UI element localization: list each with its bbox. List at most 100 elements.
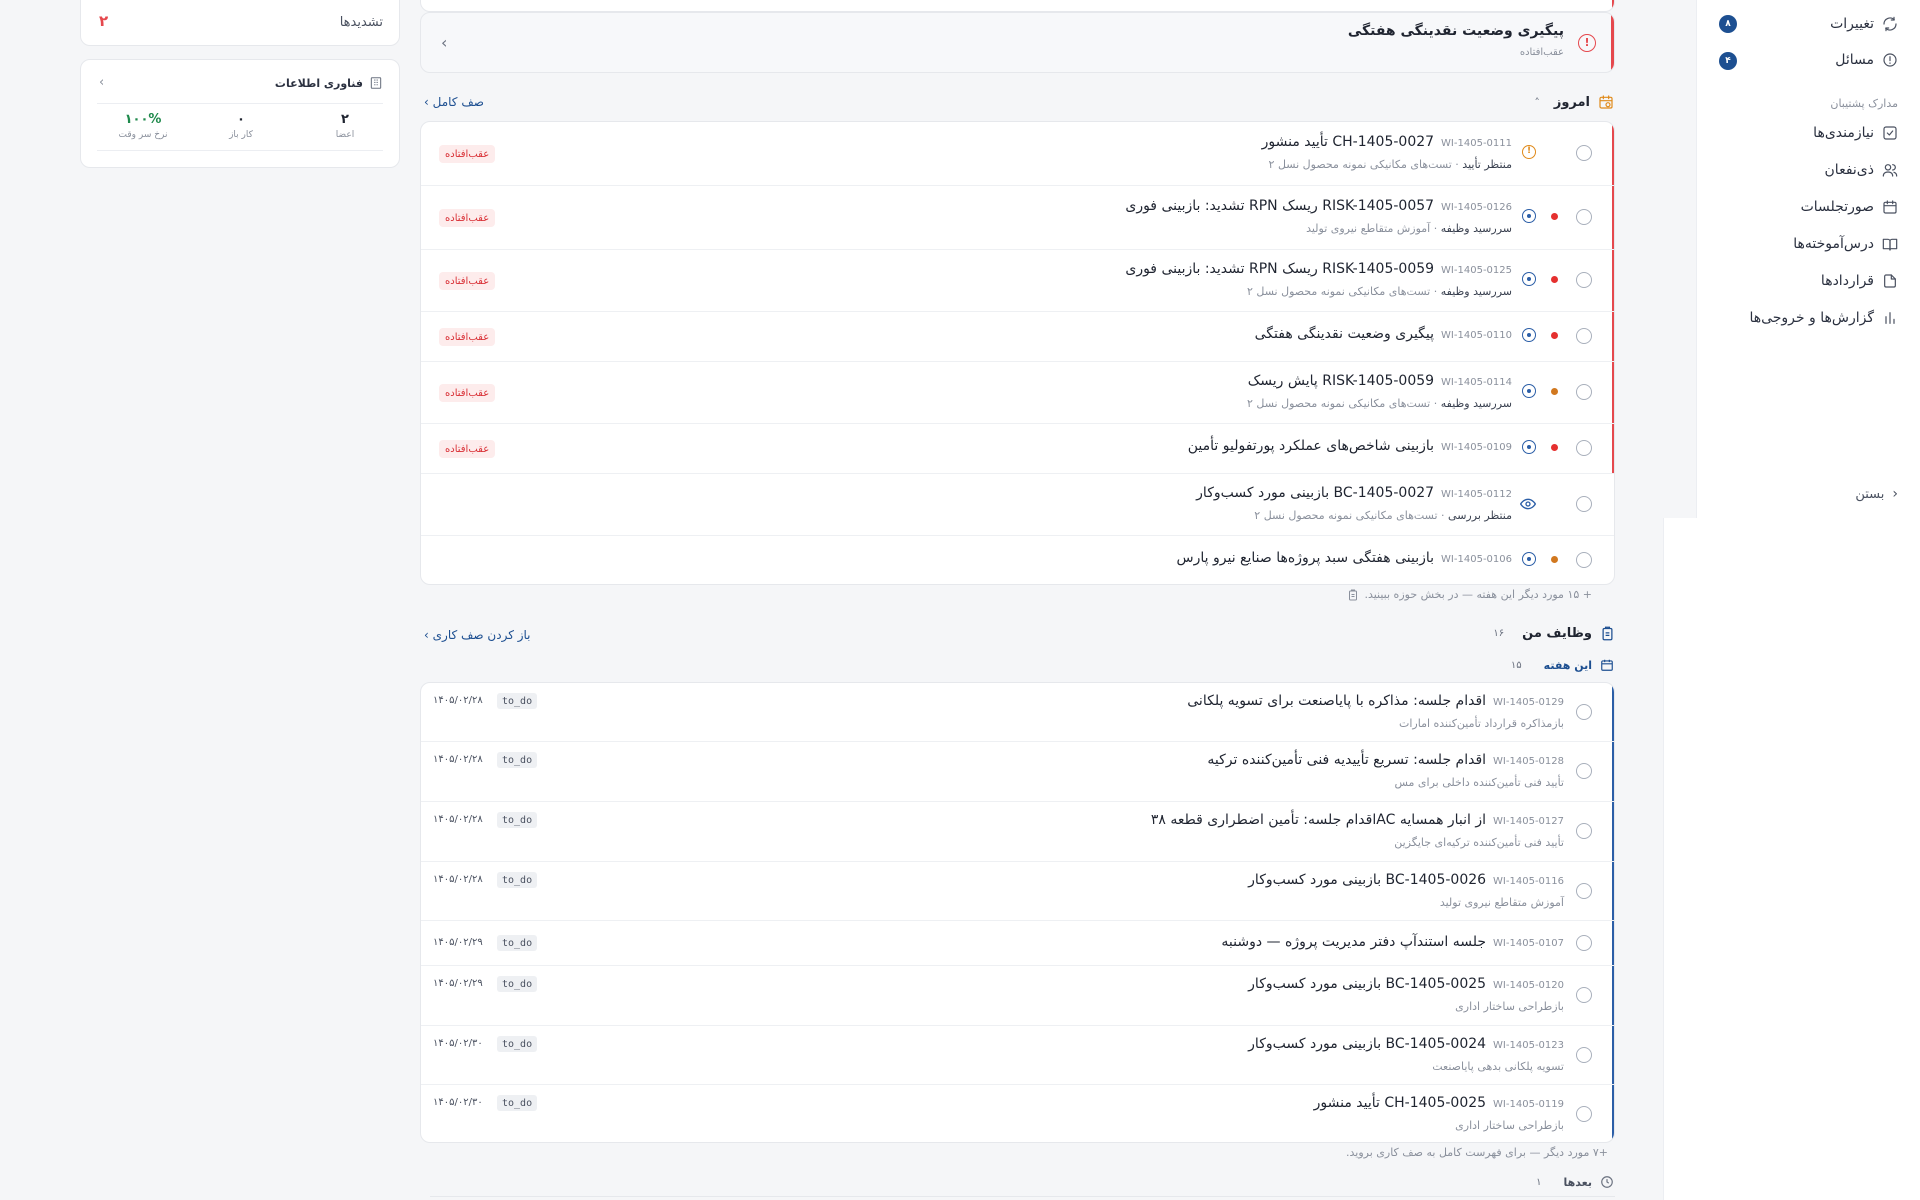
- row-title[interactable]: تأیید منشور CH-1405-0027: [1262, 134, 1434, 150]
- escalations-card[interactable]: تشدیدها ۲: [80, 0, 400, 46]
- full-queue-link[interactable]: ‹ صف کامل: [424, 95, 484, 109]
- alert-subtitle: عقب‌افتاده: [1519, 47, 1564, 58]
- chevron-left-icon[interactable]: ‹: [441, 33, 447, 52]
- row-title[interactable]: جلسه استندآپ دفتر مدیریت پروژه — دوشنبه: [1221, 934, 1486, 950]
- sidebar-item-lessons[interactable]: درس‌آموخته‌ها: [1793, 232, 1898, 256]
- complete-checkbox[interactable]: [1576, 704, 1592, 720]
- sidebar-item-stakeholders[interactable]: ذی‌نفعان: [1825, 158, 1898, 182]
- table-row[interactable]: WI-1405-0123 بازبینی مورد کسب‌وکار BC-14…: [421, 1026, 1614, 1085]
- table-row[interactable]: WI-1405-0110 پیگیری وضعیت نقدینگی هفتگی …: [421, 312, 1614, 362]
- state-badge: to_do: [497, 976, 538, 992]
- sidebar-item-contracts[interactable]: قراردادها: [1821, 269, 1898, 293]
- table-row[interactable]: WI-1405-0125 تشدید: بازبینی فوری RPN ریس…: [421, 250, 1614, 312]
- table-row[interactable]: WI-1405-0112 بازبینی مورد کسب‌وکار BC-14…: [421, 474, 1614, 536]
- work-item-id: WI-1405-0114: [1441, 377, 1512, 388]
- complete-checkbox[interactable]: [1576, 1047, 1592, 1063]
- complete-checkbox[interactable]: [1576, 987, 1592, 1003]
- row-subtitle: سررسید وظیفه · آموزش متقاطع نیروی تولید: [1306, 222, 1512, 235]
- row-context: بازمذاکره قرارداد تأمین‌کننده امارات: [1399, 717, 1564, 730]
- complete-checkbox[interactable]: [1576, 763, 1592, 779]
- chevron-left-icon[interactable]: ‹: [99, 75, 104, 90]
- table-row[interactable]: WI-1405-0106 بازبینی هفتگی سبد پروژه‌ها …: [421, 536, 1614, 584]
- row-title-line: WI-1405-0119 تأیید منشور CH-1405-0025: [1314, 1095, 1564, 1111]
- complete-checkbox[interactable]: [1576, 1106, 1592, 1122]
- table-row[interactable]: WI-1405-0128 اقدام جلسه: تسریع تأییدیه ف…: [421, 742, 1614, 802]
- row-title[interactable]: پیگیری وضعیت نقدینگی هفتگی: [1255, 326, 1434, 342]
- priority-dot: [1551, 444, 1558, 451]
- in-progress-icon: [1522, 440, 1536, 454]
- stat-value: ۰: [237, 112, 245, 127]
- complete-checkbox[interactable]: [1576, 145, 1592, 161]
- work-item-id: WI-1405-0109: [1441, 442, 1512, 453]
- sidebar-item-label: نیازمندی‌ها: [1813, 125, 1874, 141]
- row-context: بازطراحی ساختار اداری: [1455, 1119, 1564, 1132]
- sidebar-item-requirements[interactable]: نیازمندی‌ها: [1813, 121, 1898, 145]
- this-week-header[interactable]: این هفته ۱۵: [1511, 658, 1614, 672]
- sidebar-item-label: صورتجلسات: [1800, 199, 1874, 215]
- today-header[interactable]: امروز ˄: [1534, 94, 1614, 110]
- row-title[interactable]: تأیید منشور CH-1405-0025: [1314, 1095, 1486, 1111]
- complete-checkbox[interactable]: [1576, 823, 1592, 839]
- complete-checkbox[interactable]: [1576, 883, 1592, 899]
- row-title[interactable]: بازبینی مورد کسب‌وکار BC-1405-0025: [1248, 976, 1486, 992]
- table-row[interactable]: WI-1405-0107 جلسه استندآپ دفتر مدیریت پر…: [421, 921, 1614, 966]
- table-row[interactable]: WI-1405-0127 اقدام جلسه: تأمین اضطراری ق…: [421, 802, 1614, 862]
- complete-checkbox[interactable]: [1576, 440, 1592, 456]
- table-row[interactable]: WI-1405-0126 تشدید: بازبینی فوری RPN ریس…: [421, 186, 1614, 250]
- sidebar-item-label: ذی‌نفعان: [1824, 162, 1874, 178]
- row-title[interactable]: بازبینی شاخص‌های عملکرد پورتفولیو تأمین: [1188, 438, 1434, 454]
- stat-value: ۱۰۰%: [124, 112, 162, 127]
- sidebar-item-minutes[interactable]: صورتجلسات: [1801, 195, 1898, 219]
- alert-banner[interactable]: ! پیگیری وضعیت نقدینگی هفتگی عقب‌افتاده …: [420, 12, 1615, 73]
- table-row[interactable]: WI-1405-0129 اقدام جلسه: مذاکره با پایاص…: [421, 683, 1614, 742]
- row-title-line: WI-1405-0109 بازبینی شاخص‌های عملکرد پور…: [1188, 438, 1512, 454]
- complete-checkbox[interactable]: [1576, 496, 1592, 512]
- collapse-icon[interactable]: ˄: [1534, 96, 1540, 109]
- table-row[interactable]: WI-1405-0119 تأیید منشور CH-1405-0025 با…: [421, 1085, 1614, 1142]
- sidebar-item-changes[interactable]: تغییرات: [1830, 12, 1898, 36]
- complete-checkbox[interactable]: [1576, 209, 1592, 225]
- complete-checkbox[interactable]: [1576, 272, 1592, 288]
- calendar-icon: [1883, 200, 1897, 214]
- row-title[interactable]: بازبینی مورد کسب‌وکار BC-1405-0026: [1248, 872, 1486, 888]
- row-title[interactable]: بازبینی مورد کسب‌وکار BC-1405-0027: [1196, 485, 1434, 501]
- table-row[interactable]: ! WI-1405-0111 تأیید منشور CH-1405-0027 …: [421, 122, 1614, 186]
- due-date: ۱۴۰۵/۰۲/۲۹: [433, 978, 483, 989]
- sidebar-item-issues[interactable]: مسائل: [1835, 48, 1898, 72]
- row-title[interactable]: پایش ریسک RISK-1405-0059: [1248, 373, 1434, 389]
- divider: [430, 1196, 1615, 1197]
- row-title[interactable]: بازبینی هفتگی سبد پروژه‌ها صنایع نیرو پا…: [1177, 550, 1435, 566]
- today-task-list: ! WI-1405-0111 تأیید منشور CH-1405-0027 …: [420, 121, 1615, 585]
- my-tasks-title: وظایف من: [1522, 626, 1592, 641]
- row-title[interactable]: اقدام جلسه: مذاکره با پایاصنعت برای تسوی…: [1187, 693, 1486, 709]
- row-title[interactable]: اقدام جلسه: تسریع تأییدیه فنی تأمین‌کنند…: [1207, 752, 1486, 768]
- table-row[interactable]: WI-1405-0116 بازبینی مورد کسب‌وکار BC-14…: [421, 862, 1614, 921]
- table-row[interactable]: WI-1405-0120 بازبینی مورد کسب‌وکار BC-14…: [421, 966, 1614, 1026]
- table-row[interactable]: WI-1405-0114 پایش ریسک RISK-1405-0059 سر…: [421, 362, 1614, 424]
- my-tasks-list: WI-1405-0129 اقدام جلسه: مذاکره با پایاص…: [420, 682, 1615, 1143]
- sidebar-close-button[interactable]: › بستن: [1855, 482, 1898, 506]
- table-row[interactable]: WI-1405-0109 بازبینی شاخص‌های عملکرد پور…: [421, 424, 1614, 474]
- complete-checkbox[interactable]: [1576, 552, 1592, 568]
- row-title[interactable]: اقدام جلسه: تأمین اضطراری قطعه ۳۸AC از ا…: [1151, 812, 1486, 828]
- row-title-line: WI-1405-0112 بازبینی مورد کسب‌وکار BC-14…: [1196, 485, 1512, 501]
- row-context: بازطراحی ساختار اداری: [1455, 1000, 1564, 1013]
- refresh-icon: [1883, 16, 1897, 32]
- row-title[interactable]: بازبینی مورد کسب‌وکار BC-1405-0024: [1248, 1036, 1486, 1052]
- team-card: فناوری اطلاعات ‹ ۲ اعضا ۰ کار باز ۱۰۰% ن…: [80, 59, 400, 168]
- row-status: سررسید وظیفه: [1440, 285, 1512, 298]
- complete-checkbox[interactable]: [1576, 384, 1592, 400]
- row-title-line: WI-1405-0120 بازبینی مورد کسب‌وکار BC-14…: [1248, 976, 1564, 992]
- eye-icon: [1520, 498, 1536, 510]
- sidebar-item-reports[interactable]: گزارش‌ها و خروجی‌ها: [1749, 306, 1898, 330]
- row-context: تست‌های مکانیکی نمونه محصول نسل ۲: [1268, 158, 1452, 171]
- complete-checkbox[interactable]: [1576, 935, 1592, 951]
- book-open-icon: [1882, 238, 1898, 251]
- row-title[interactable]: تشدید: بازبینی فوری RPN ریسک RISK-1405-0…: [1125, 198, 1434, 214]
- row-title[interactable]: تشدید: بازبینی فوری RPN ریسک RISK-1405-0…: [1125, 261, 1434, 277]
- complete-checkbox[interactable]: [1576, 328, 1592, 344]
- later-header[interactable]: بعدها ۱: [1536, 1175, 1614, 1189]
- my-tasks-header: وظایف من ۱۶: [1493, 626, 1615, 641]
- open-work-queue-link[interactable]: ‹ باز کردن صف کاری: [424, 628, 531, 642]
- work-item-id: WI-1405-0116: [1493, 876, 1564, 887]
